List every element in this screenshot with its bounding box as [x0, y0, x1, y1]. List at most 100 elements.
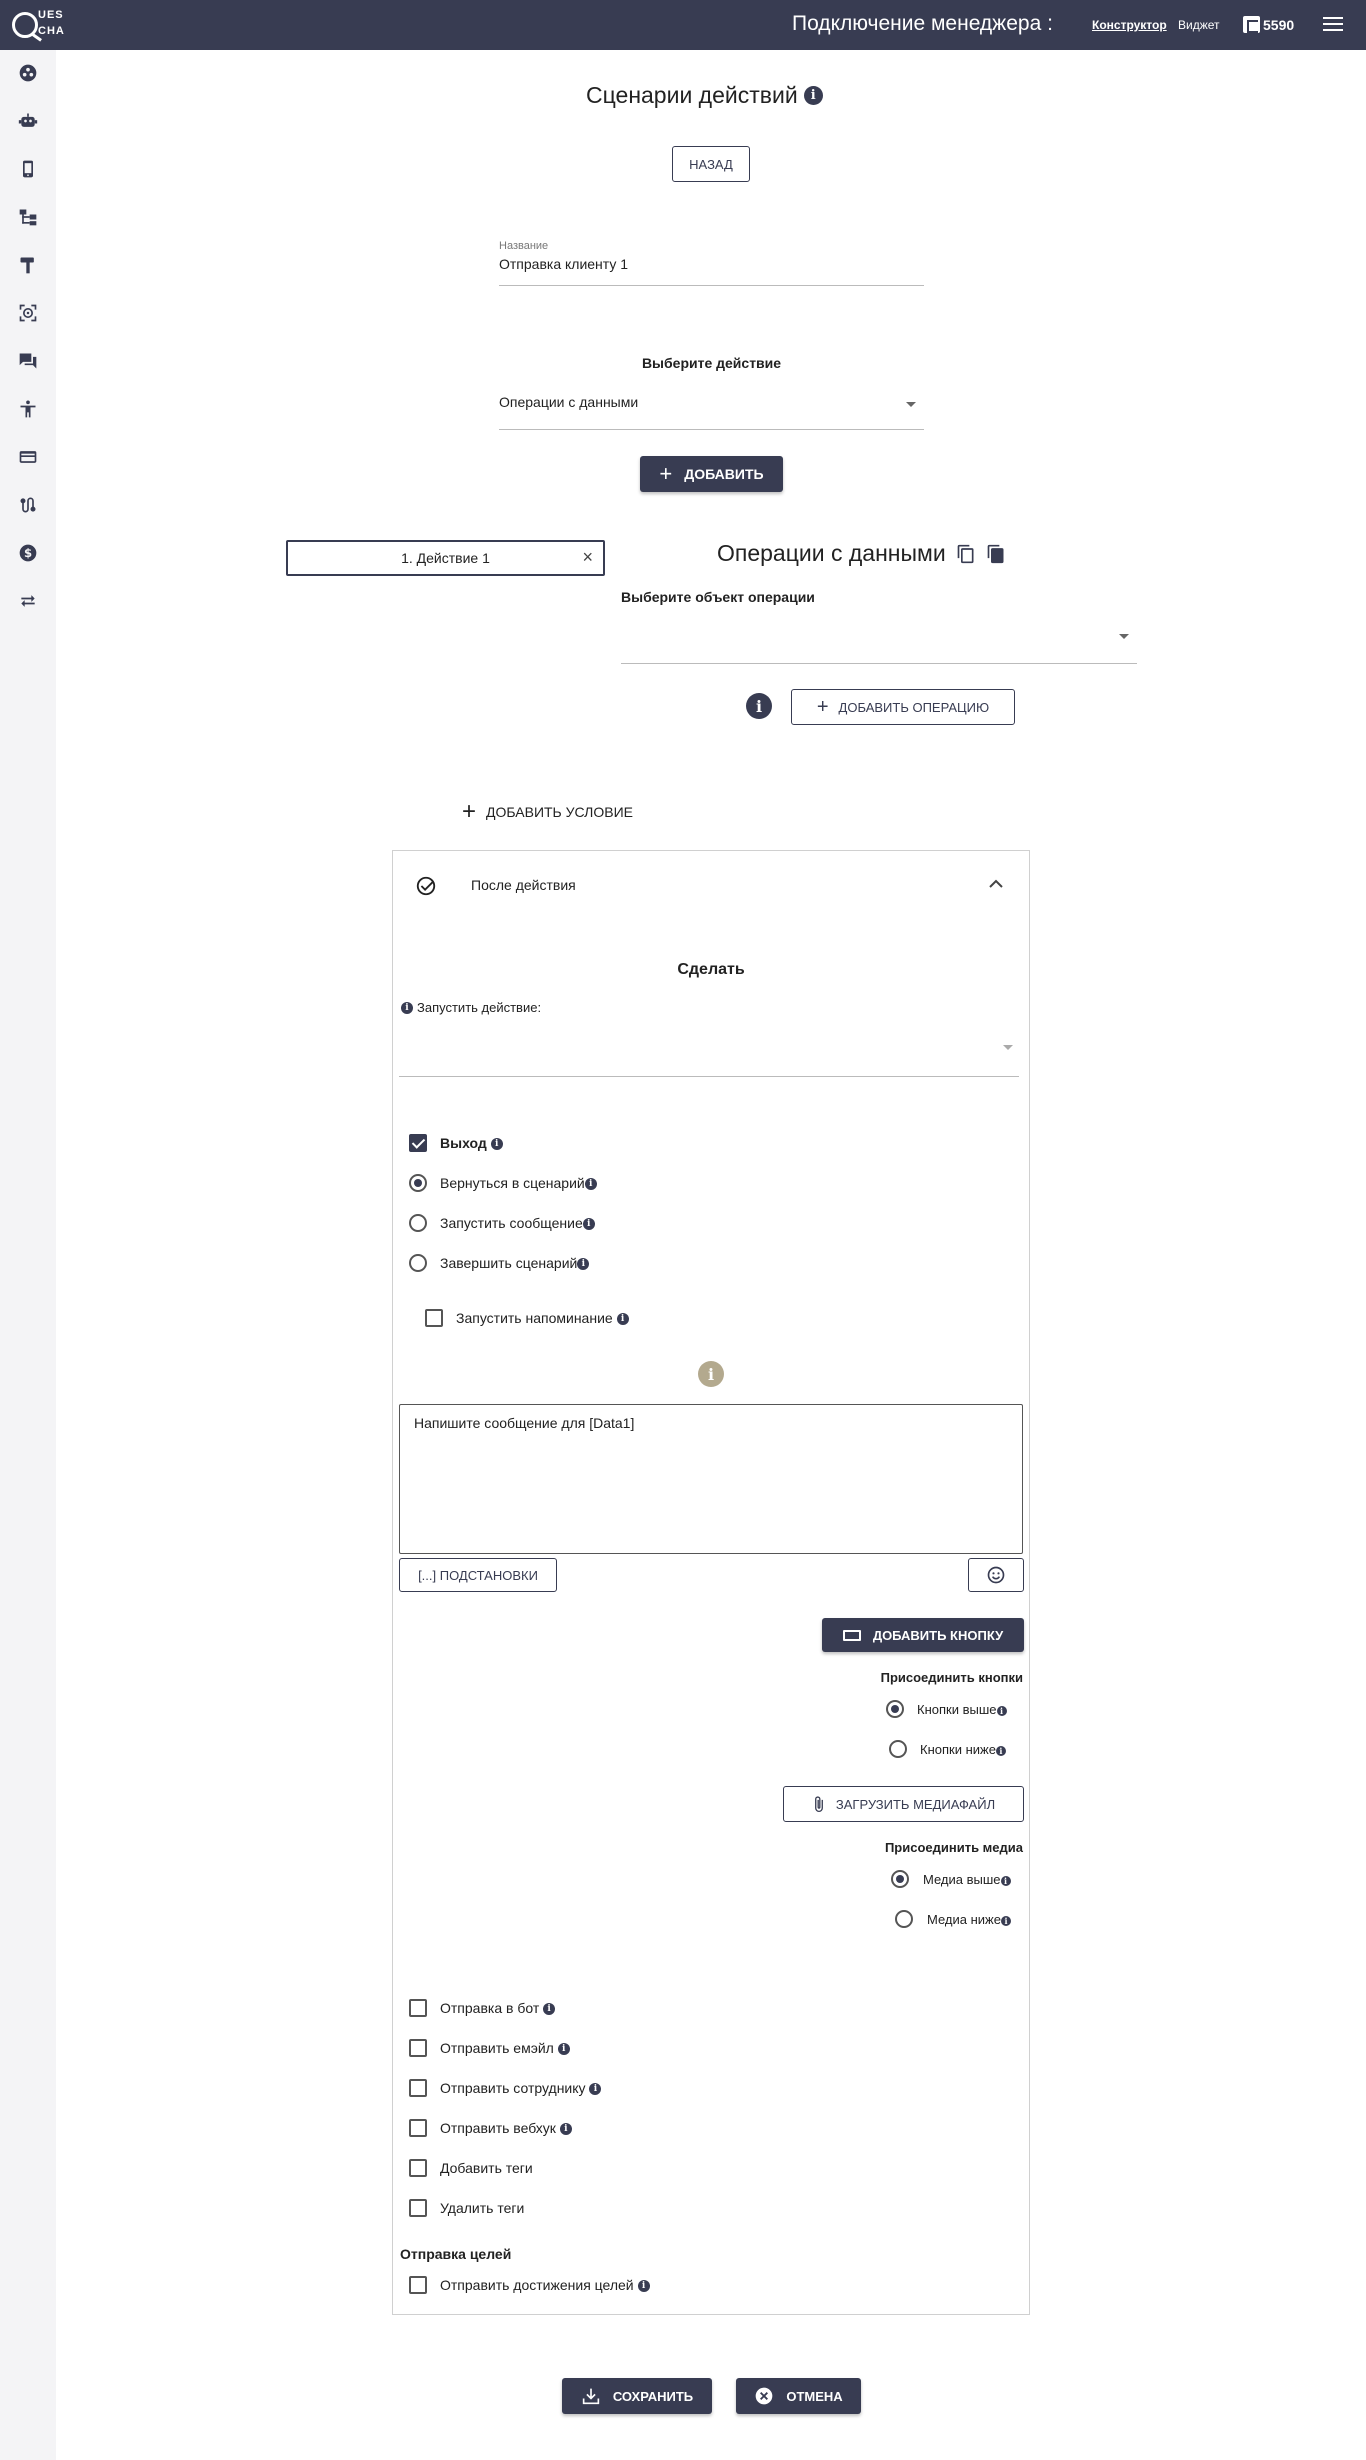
exit-label: Выход i	[440, 1135, 503, 1151]
run-action-label: Запустить действие:	[417, 1000, 542, 1015]
exit-checkbox[interactable]	[409, 1134, 427, 1152]
choose-action-select[interactable]: Операции с данными	[499, 390, 924, 430]
info-icon[interactable]: i	[996, 1705, 1007, 1716]
paperclip-icon	[814, 1796, 823, 1812]
emoji-button[interactable]	[968, 1558, 1024, 1592]
action-list-item[interactable]: 1. Действие 1 ×	[286, 540, 605, 576]
info-icon[interactable]: i	[616, 1313, 629, 1326]
send-email-checkbox[interactable]	[409, 2039, 427, 2057]
info-icon[interactable]: i	[1000, 1915, 1011, 1926]
run-message-radio[interactable]	[409, 1214, 427, 1232]
reminder-checkbox[interactable]	[425, 1309, 443, 1327]
cancel-button-label: ОТМЕНА	[786, 2388, 843, 2404]
info-icon[interactable]: i	[401, 1001, 413, 1014]
after-action-header[interactable]: После действия	[393, 851, 1029, 919]
info-icon[interactable]: i	[557, 2043, 570, 2056]
attach-buttons-heading: Присоединить кнопки	[880, 1670, 1023, 1685]
name-input-value: Отправка клиенту 1	[499, 256, 629, 272]
media-above-radio[interactable]	[891, 1870, 909, 1888]
name-input[interactable]: Отправка клиенту 1	[499, 254, 924, 286]
add-condition-label: ДОБАВИТЬ УСЛОВИЕ	[486, 804, 633, 820]
send-to-employee-checkbox[interactable]	[409, 2079, 427, 2097]
add-operation-button[interactable]: + ДОБАВИТЬ ОПЕРАЦИЮ	[791, 689, 1015, 725]
chevron-up-icon[interactable]	[989, 879, 1003, 889]
info-icon[interactable]: i	[584, 1178, 597, 1191]
accessibility-icon[interactable]	[17, 398, 39, 420]
balance-indicator[interactable]: 5590	[1243, 16, 1294, 33]
info-icon[interactable]: i	[559, 2123, 572, 2136]
emoji-icon	[987, 1566, 1005, 1584]
page-context-title: Подключение менеджера :	[792, 12, 1053, 35]
menu-icon[interactable]	[1323, 17, 1343, 33]
scan-icon[interactable]	[17, 302, 39, 324]
info-icon[interactable]: i	[746, 693, 772, 719]
substitutions-button[interactable]: [...] ПОДСТАНОВКИ	[399, 1558, 557, 1592]
back-button[interactable]: НАЗАД	[672, 146, 750, 182]
message-text: Напишите сообщение для [Data1]	[414, 1415, 635, 1431]
page-title: Сценарии действий	[586, 82, 798, 108]
add-button-label: ДОБАВИТЬ КНОПКУ	[872, 1627, 1004, 1643]
add-button-button[interactable]: ДОБАВИТЬ КНОПКУ	[822, 1618, 1024, 1652]
after-action-title: После действия	[471, 877, 576, 893]
return-to-scenario-radio[interactable]	[409, 1174, 427, 1192]
media-below-radio[interactable]	[895, 1910, 913, 1928]
after-action-panel: После действия Сделать i Запустить дейст…	[392, 850, 1030, 2315]
upload-media-button[interactable]: ЗАГРУЗИТЬ МЕДИАФАЙЛ	[783, 1786, 1024, 1822]
send-to-bot-label: Отправка в бот i	[440, 2000, 556, 2016]
info-icon[interactable]: i	[698, 1361, 724, 1387]
buttons-below-radio[interactable]	[889, 1740, 907, 1758]
add-tags-checkbox[interactable]	[409, 2159, 427, 2177]
info-icon[interactable]: i	[490, 1138, 503, 1151]
route-icon[interactable]	[17, 494, 39, 516]
action-item-label: 1. Действие 1	[401, 550, 490, 566]
robot-icon[interactable]	[17, 110, 39, 132]
button-shape-icon	[842, 1629, 861, 1641]
name-field-label: Название	[499, 240, 549, 252]
save-button-label: СОХРАНИТЬ	[612, 2388, 694, 2404]
chat-icon[interactable]	[17, 350, 39, 372]
goals-heading: Отправка целей	[400, 2246, 512, 2262]
close-icon[interactable]: ×	[582, 547, 593, 568]
dropdown-caret-icon	[1003, 1045, 1013, 1050]
add-action-button[interactable]: + ДОБАВИТЬ	[640, 456, 783, 492]
nav-widget-link[interactable]: Виджет	[1178, 18, 1220, 32]
phone-icon[interactable]	[17, 158, 39, 180]
dollar-icon[interactable]: $	[17, 542, 39, 564]
info-icon[interactable]: i	[637, 2280, 650, 2293]
logo[interactable]: UES CHA	[10, 6, 70, 44]
run-action-select[interactable]	[399, 1019, 1019, 1077]
info-icon[interactable]: i	[577, 1258, 590, 1271]
buttons-above-radio[interactable]	[886, 1700, 904, 1718]
info-icon[interactable]: i	[1000, 1875, 1011, 1886]
copy-icon[interactable]	[956, 544, 976, 564]
info-icon[interactable]: i	[543, 2003, 556, 2016]
remove-tags-checkbox[interactable]	[409, 2199, 427, 2217]
hierarchy-icon[interactable]	[17, 206, 39, 228]
credit-card-icon[interactable]	[17, 446, 39, 468]
dashboard-icon[interactable]	[17, 62, 39, 84]
reminder-label: Запустить напоминание i	[456, 1310, 629, 1326]
send-to-bot-checkbox[interactable]	[409, 1999, 427, 2017]
send-webhook-label: Отправить вебхук i	[440, 2120, 572, 2136]
media-above-label: Медиа выше i	[923, 1872, 1011, 1887]
info-icon[interactable]: i	[995, 1745, 1006, 1756]
buttons-below-label: Кнопки ниже i	[920, 1742, 1006, 1757]
balance-value: 5590	[1263, 16, 1295, 33]
message-textarea[interactable]: Напишите сообщение для [Data1]	[399, 1404, 1023, 1554]
hammer-icon[interactable]	[17, 254, 39, 276]
nav-constructor-link[interactable]: Конструктор	[1092, 18, 1167, 32]
add-condition-button[interactable]: + ДОБАВИТЬ УСЛОВИЕ	[462, 800, 633, 824]
paste-icon[interactable]	[986, 544, 1006, 564]
info-icon[interactable]: i	[803, 86, 823, 105]
finish-scenario-radio[interactable]	[409, 1254, 427, 1272]
media-below-label: Медиа ниже i	[927, 1912, 1011, 1927]
save-button[interactable]: СОХРАНИТЬ	[562, 2378, 712, 2414]
send-webhook-checkbox[interactable]	[409, 2119, 427, 2137]
info-icon[interactable]: i	[582, 1218, 595, 1231]
cancel-button[interactable]: ОТМЕНА	[736, 2378, 861, 2414]
info-icon[interactable]: i	[589, 2083, 602, 2096]
attach-media-heading: Присоединить медиа	[884, 1840, 1023, 1855]
swap-icon[interactable]	[17, 590, 39, 612]
send-goals-checkbox[interactable]	[409, 2276, 427, 2294]
operation-object-select[interactable]	[621, 620, 1137, 664]
